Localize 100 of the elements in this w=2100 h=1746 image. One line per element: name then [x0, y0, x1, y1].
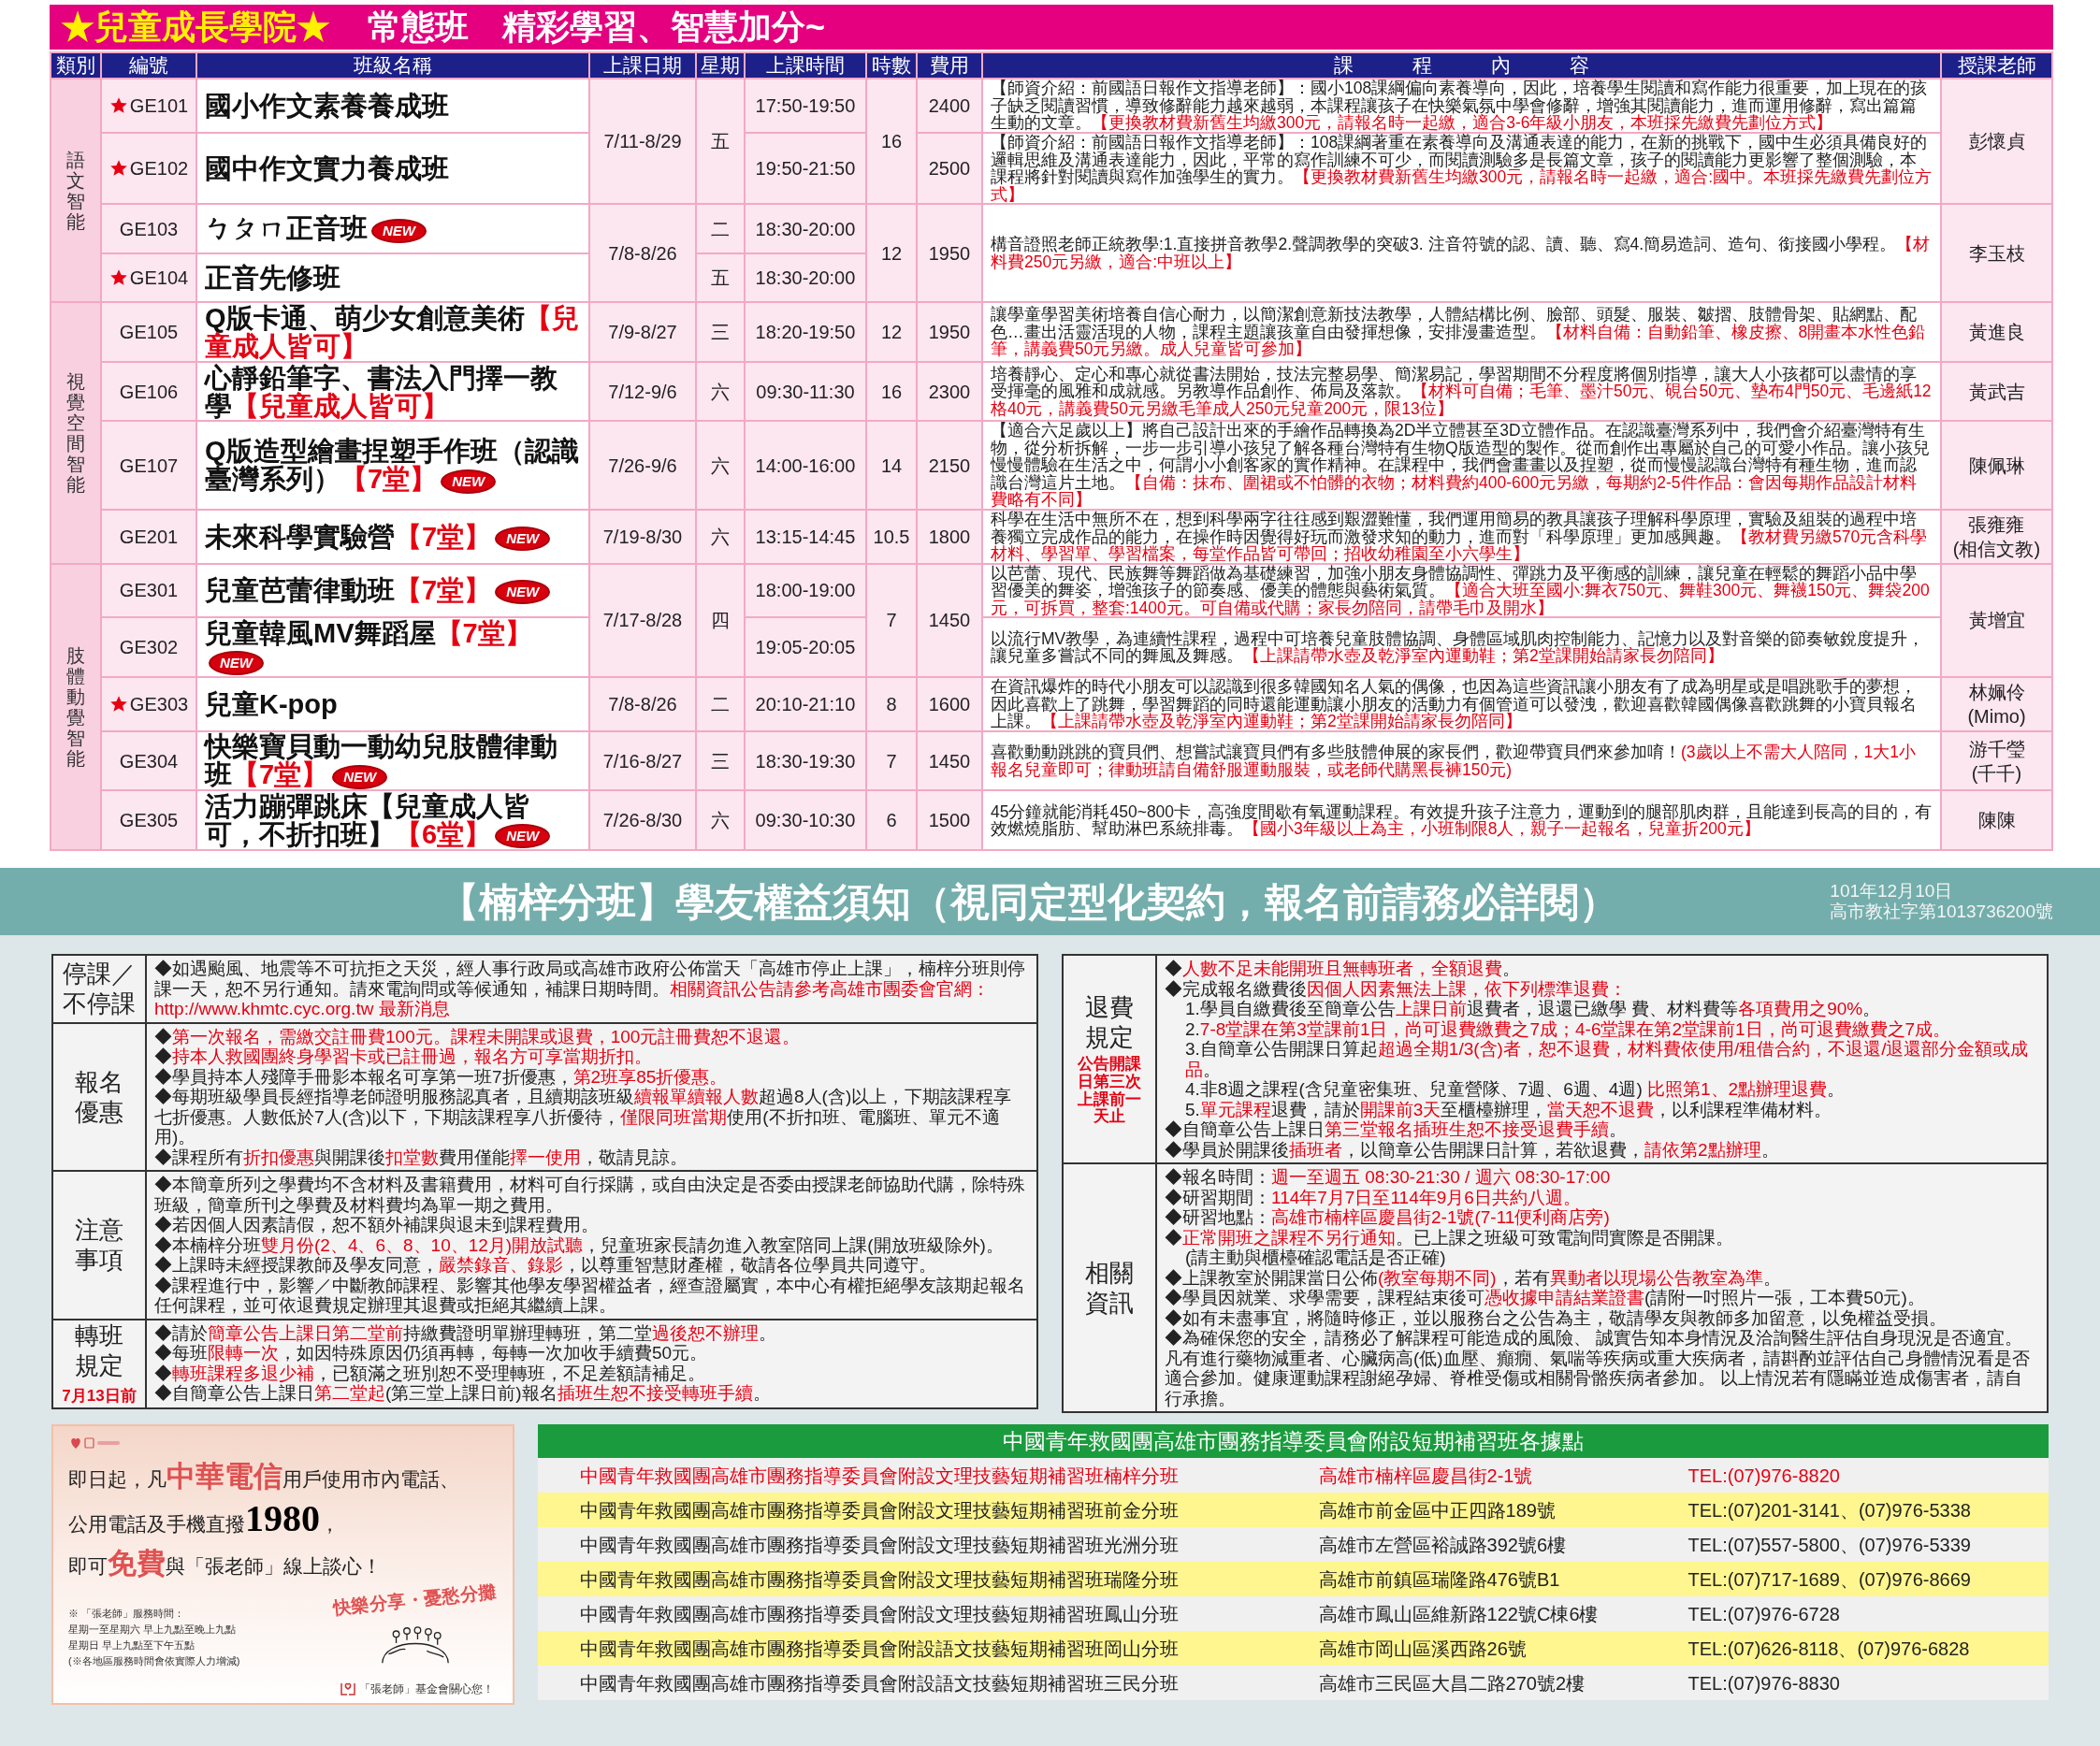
time-cell: 09:30-10:30 — [746, 791, 865, 849]
weekday-cell: 三 — [697, 303, 744, 361]
fee-cell: 1500 — [918, 791, 981, 849]
notice-item: ◆持本人救國團終身學習卡或已註冊過，報名方可享當期折扣。 — [154, 1046, 653, 1067]
course-name: 兒童芭蕾律動班【7堂】 NEW — [205, 576, 551, 605]
notice-item: ◆人數不足未能開班且無轉班者，全額退費。 — [1165, 959, 1521, 979]
course-code: GE305 — [119, 809, 179, 832]
notice-item: ◆上課教室於開課當日公佈(教室每期不同)，若有異動者以現場公告教室為準。 — [1165, 1267, 1782, 1288]
title-text: 常態班 精彩學習、智慧加分~ — [368, 7, 826, 48]
course-code: GE106 — [119, 380, 179, 404]
time-cell: 13:15-14:45 — [746, 511, 865, 563]
new-badge: NEW — [209, 651, 264, 676]
notice-item: ◆正常開班之課程不另行通知。已上課之班級可致電詢問實際是否開課。 — [1165, 1227, 1734, 1248]
notice-item: ◆研習地點：高雄市楠梓區慶昌街2-1號(7-11便利商店旁) — [1165, 1207, 1611, 1228]
notice-item: ◆轉班課程多退少補，已額滿之班別恕不受理轉班，不足差額請補足。 — [154, 1363, 706, 1383]
date-cell: 7/17-8/28 — [590, 564, 695, 676]
fee-cell: 2400 — [918, 79, 981, 132]
hours-cell: 14 — [867, 422, 916, 509]
time-cell: 20:10-21:10 — [746, 678, 865, 730]
column-header: 費用 — [918, 53, 981, 78]
branch-phone: TEL:(07)626-8118、(07)976-6828 — [1687, 1637, 1971, 1661]
hours-cell: 16 — [867, 363, 916, 420]
teacher-cell: 陳佩琳 — [1942, 422, 2051, 509]
course-description: 科學在生活中無所不在，想到科學兩字往往感到艱澀難懂，我們運用簡易的教具讓孩子理解科學原理，實驗及組裝的過程中培養獨立完成作品的能力，在操作時因覺得好玩而激發求知的動力，進而對「科學原理」更加感興趣。【教材費另繳570元含科學材料、學習單、學習檔案，每堂作品皆可帶回；招收幼稚園至小六學生】 — [983, 511, 1940, 563]
time-cell: 17:50-19:50 — [746, 79, 865, 132]
branch-phone: TEL:(07)976-8830 — [1687, 1671, 1841, 1695]
weekday-cell: 四 — [697, 564, 744, 676]
teacher-cell: 陳陳 — [1942, 791, 2051, 849]
course-description: 以芭蕾、現代、民族舞等舞蹈做為基礎練習，加強小朋友身體協調性、彈跳力及平衡感的訓練，讓兒童在輕鬆的舞蹈小品中學習優美的舞姿，增強孩子的節奏感、優美的體態與藝術氣質。【適合大班至國小:舞衣750元、舞鞋300元、舞襪150元、舞袋200元，可拆買，整套:1400元。可自備或代購；家長勿陪同，請帶毛巾及開水】 — [983, 564, 1940, 616]
fee-cell: 2500 — [918, 134, 981, 203]
notice-item: ◆如有未盡事宜，將隨時修正，並以服務台之公告為主，敬請學友與教師多加留意，以免權益受損。 — [1165, 1307, 1948, 1328]
category-label: 肢體動覺智能 — [51, 564, 100, 849]
notice-item: 1.學員自繳費後至簡章公告上課日前退費者，退還已繳學 費、材料費等各項費用之90%。 — [1185, 999, 1882, 1019]
course-description: 【師資介紹：前國語日報作文指導老師】：108課綱著重在素養導向及溝通表達的能力，在新的挑戰下，國中生必須具備良好的邏輯思維及溝通表達能力，因此，平常的寫作訓練不可少，而閱讀測驗多是長篇文章，孩子的閱讀能力更影響了整個測驗，本課程將針對閱讀與寫作加強學生的實力。【更換教材費新舊生均繳300元，請報名時一起繳，適合:國中。本班採先繳費先劃位方式】 — [983, 134, 1940, 203]
notice-item: (請主動與櫃檯確認電話是否正確) — [1185, 1248, 1447, 1268]
notice-label: 注意事項 — [75, 1215, 123, 1276]
course-name: 正音先修班 — [205, 264, 340, 292]
notice-item: ◆每班限轉一次，如因特殊原因仍須再轉，每轉一次加收手續費50元。 — [154, 1343, 709, 1364]
course-name: ㄅㄆㄇ正音班 NEW — [205, 214, 427, 243]
weekday-cell: 六 — [697, 511, 744, 563]
date-cell: 7/9-8/27 — [590, 303, 695, 361]
branch-phone: TEL:(07)976-6728 — [1687, 1602, 1841, 1626]
category-label: 語文智能 — [51, 79, 100, 301]
notice-date: 101年12月10日 — [1830, 881, 1954, 902]
notice-item: ◆第一次報名，需繳交註冊費100元。課程未開課或退費，100元註冊費恕不退還。 — [154, 1026, 802, 1046]
column-header: 時數 — [867, 53, 916, 78]
notice-item: ◆學員因就業、求學需要，課程結束後可憑收據申請結業證書(請附一吋照片一張，工本費50元)。 — [1165, 1288, 1926, 1308]
notice-item: 4.非8週之課程(含兒童密集班、兒童營隊、7週、6週、4週) 比照第1、2點辦理退費。 — [1185, 1079, 1847, 1100]
weekday-cell: 五 — [697, 79, 744, 203]
branch-address: 高雄市左營區裕誠路392號6樓 — [1318, 1533, 1568, 1557]
time-cell: 14:00-16:00 — [746, 422, 865, 509]
fee-cell: 1450 — [918, 564, 981, 676]
column-header: 星期 — [697, 53, 744, 78]
date-cell: 7/8-8/26 — [590, 678, 695, 730]
branch-name: 中國青年救國團高雄市團務指導委員會附設文理技藝短期補習班光洲分班 — [579, 1533, 1180, 1557]
course-code: GE302 — [119, 636, 179, 659]
column-header: 上課時間 — [746, 53, 865, 78]
category-label: 視覺空間智能 — [51, 303, 100, 563]
teacher-cell: 游千瑩 (千千) — [1942, 732, 2051, 789]
notice-label: 轉班規定 — [75, 1320, 123, 1380]
branch-name: 中國青年救國團高雄市團務指導委員會附設語文技藝短期補習班三民分班 — [579, 1671, 1180, 1695]
date-cell: 7/26-9/6 — [590, 422, 695, 509]
column-header: 班級名稱 — [197, 53, 588, 78]
notice-label-note: 公告開課日第三次上課前一天止 — [1078, 1056, 1141, 1126]
branch-name: 中國青年救國團高雄市團務指導委員會附設文理技藝短期補習班鳳山分班 — [579, 1602, 1180, 1626]
notice-item: ◆課程所有折扣優惠與開課後扣堂數費用僅能擇一使用，敬請見諒。 — [154, 1147, 688, 1167]
notice-item: ◆本楠梓分班雙月份(2、4、6、8、10、12月)開放試聽，兒童班家長請勿進入教室陪同上課(開放班級除外)。 — [154, 1234, 1005, 1255]
notice-item: 5.單元課程退費，請於開課前3天至櫃檯辦理，當天恕不退費，以利課程準備材料。 — [1185, 1099, 1833, 1119]
course-description: 喜歡動動跳跳的寶貝們、想嘗試讓寶貝們有多些肢體伸展的家長們，歡迎帶寶貝們來參加唷！(3歲以上不需大人陪同，1大1小報名兒童即可；律動班請自備舒服運動服裝，或老師代購黑長褲150元) — [983, 732, 1940, 789]
date-cell: 7/16-8/27 — [590, 732, 695, 789]
column-header: 上課日期 — [590, 53, 695, 78]
course-name: 活力蹦彈跳床【兒童成人皆可，不折扣班】【6堂】 NEW — [205, 791, 581, 849]
weekday-cell: 六 — [697, 791, 744, 849]
ad-slogan: 快樂分享・憂愁分攤 — [332, 1580, 499, 1621]
course-code: GE301 — [119, 579, 179, 603]
notice-item: ◆為確保您的安全，請務必了解課程可能造成的風險、 誠實告知本身情況及洽詢醫生評估自身現況是否適宜。凡有進行藥物減重者、心臟病高(低)血壓、癲癇、氣喘等疾病或重大疾病者，請斟酌並評估自己身體情況看是否適合參加。健康運動課程謝絕孕婦、脊椎受傷或相關骨骼疾病者參加。 以上情況若有隱瞞並造成傷害者，請自行承擔。 — [1165, 1328, 2031, 1408]
course-name: 心靜鉛筆字、書法入門擇一教學【兒童成人皆可】 — [205, 363, 558, 420]
notice-label: 相關資訊 — [1085, 1258, 1134, 1318]
course-code: GE303 — [129, 693, 189, 716]
service-hours: 星期一至星期六 早上九點至晚上九點 — [68, 1623, 238, 1637]
course-name: 快樂寶貝動一動幼兒肢體律動班【7堂】 NEW — [205, 732, 558, 789]
date-cell: 7/12-9/6 — [590, 363, 695, 420]
branch-phone: TEL:(07)976-8820 — [1687, 1464, 1841, 1488]
notice-item: ◆本簡章所列之學費均不含材料及書籍費用，材料可自行採購，或自由決定是否委由授課老師協助代購，除特殊班級，簡章所刊之學費及材料費均為單一期之費用。 — [154, 1175, 1026, 1215]
time-cell: 19:50-21:50 — [746, 134, 865, 203]
course-description: 構音證照老師正統教學:1.直接拼音教學2.聲調教學的突破3. 注音符號的認、讀、聽、寫4.簡易造詞、造句、銜接國小學程。【材料費250元另繳，適合:中班以上】 — [983, 205, 1940, 301]
fee-cell: 1950 — [918, 205, 981, 301]
course-code: GE101 — [129, 94, 189, 118]
weekday-cell: 三 — [697, 732, 744, 789]
course-description: 讓學童學習美術培養自信心耐力，以簡潔創意新技法教學，人體結構比例、臉部、頭髮、服裝、皺摺、肢體骨架、貼網點、配色…畫出活靈活現的人物，課程主題讓孩童自由發揮想像，安排漫畫造型。【材料自備：自動鉛筆、橡皮擦、8開畫本水性色鉛筆，講義費50元另繳。成人兒童皆可參加】 — [983, 303, 1940, 361]
new-badge: NEW — [441, 469, 497, 494]
notice-item: 3.自簡章公告開課日算起超過全期1/3(含)者，恕不退費，材料費依使用/租借合約，不退還/退還部分金額或成品。 — [1185, 1039, 2030, 1079]
course-name: 未來科學實驗營【7堂】 NEW — [205, 522, 551, 551]
hours-cell: 10.5 — [867, 511, 916, 563]
weekday-cell: 六 — [697, 363, 744, 420]
notice-item: ◆若因個人因素請假，恕不額外補課與退未到課程費用。 — [154, 1215, 600, 1235]
date-cell: 7/11-8/29 — [590, 79, 695, 203]
course-code: GE304 — [119, 749, 179, 773]
course-name: 國小作文素養養成班 — [205, 92, 449, 120]
ad-footer: 「張老師」基金會關心您！ — [358, 1681, 494, 1697]
